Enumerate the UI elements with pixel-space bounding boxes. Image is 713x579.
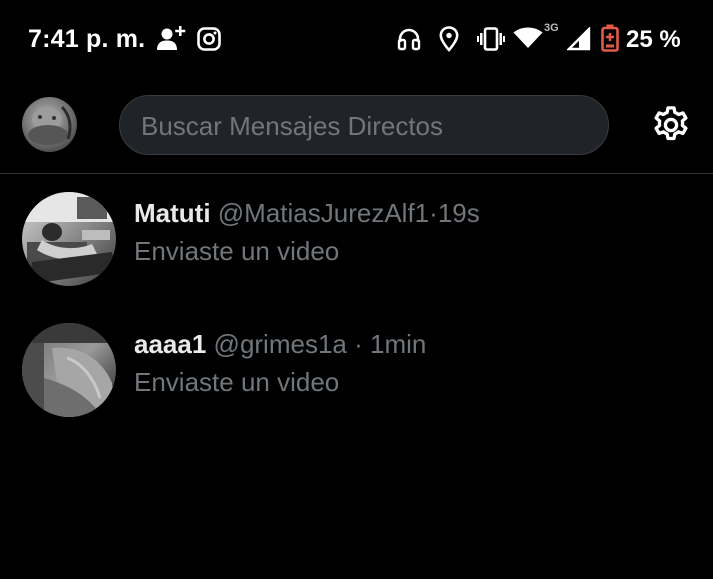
signal-icon: [567, 27, 591, 51]
gear-icon: [654, 106, 688, 141]
conversation-avatar[interactable]: [22, 192, 116, 286]
conversation-name: aaaa1: [134, 329, 207, 359]
add-person-icon: [157, 26, 186, 50]
search-placeholder: Buscar Mensajes Directos: [141, 111, 443, 141]
conversation-preview: Enviaste un video: [134, 236, 340, 266]
profile-avatar[interactable]: [22, 97, 77, 152]
conversation-preview: Enviaste un video: [134, 367, 340, 397]
search-input[interactable]: Buscar Mensajes Directos: [119, 95, 609, 155]
avatar-image: [22, 192, 116, 286]
separator-dot: ·: [429, 198, 438, 228]
settings-button[interactable]: [650, 104, 692, 146]
wifi-icon: [513, 27, 543, 48]
conversation-time: 19s: [437, 198, 480, 228]
conversation-item[interactable]: aaaa1 @grimes1a · 1min Enviaste un video: [0, 305, 713, 433]
conversation-name: Matuti: [134, 198, 211, 228]
network-type-label: 3G: [544, 22, 559, 34]
battery-percent: 25 %: [626, 26, 681, 53]
battery-icon: [601, 24, 619, 52]
avatar-image: [22, 323, 116, 417]
headphones-icon: [397, 28, 421, 51]
dm-header: Buscar Mensajes Directos: [0, 78, 713, 173]
conversation-header: Matuti @MatiasJurezAlf1·19s: [134, 197, 480, 229]
conversation-avatar[interactable]: [22, 323, 116, 417]
conversation-handle: @MatiasJurezAlf1: [217, 198, 430, 228]
vibrate-icon: [477, 27, 505, 51]
conversation-item[interactable]: Matuti @MatiasJurezAlf1·19s Enviaste un …: [0, 174, 713, 302]
conversation-header: aaaa1 @grimes1a · 1min: [134, 328, 426, 360]
profile-avatar-image: [22, 97, 77, 152]
status-bar: 7:41 p. m. 3G 25 %: [0, 0, 713, 78]
location-icon: [439, 26, 459, 52]
conversation-time: 1min: [370, 329, 427, 359]
conversation-handle: @grimes1a: [213, 329, 347, 359]
instagram-icon: [197, 27, 221, 51]
status-time: 7:41 p. m.: [28, 25, 146, 53]
separator-dot: ·: [354, 329, 363, 359]
